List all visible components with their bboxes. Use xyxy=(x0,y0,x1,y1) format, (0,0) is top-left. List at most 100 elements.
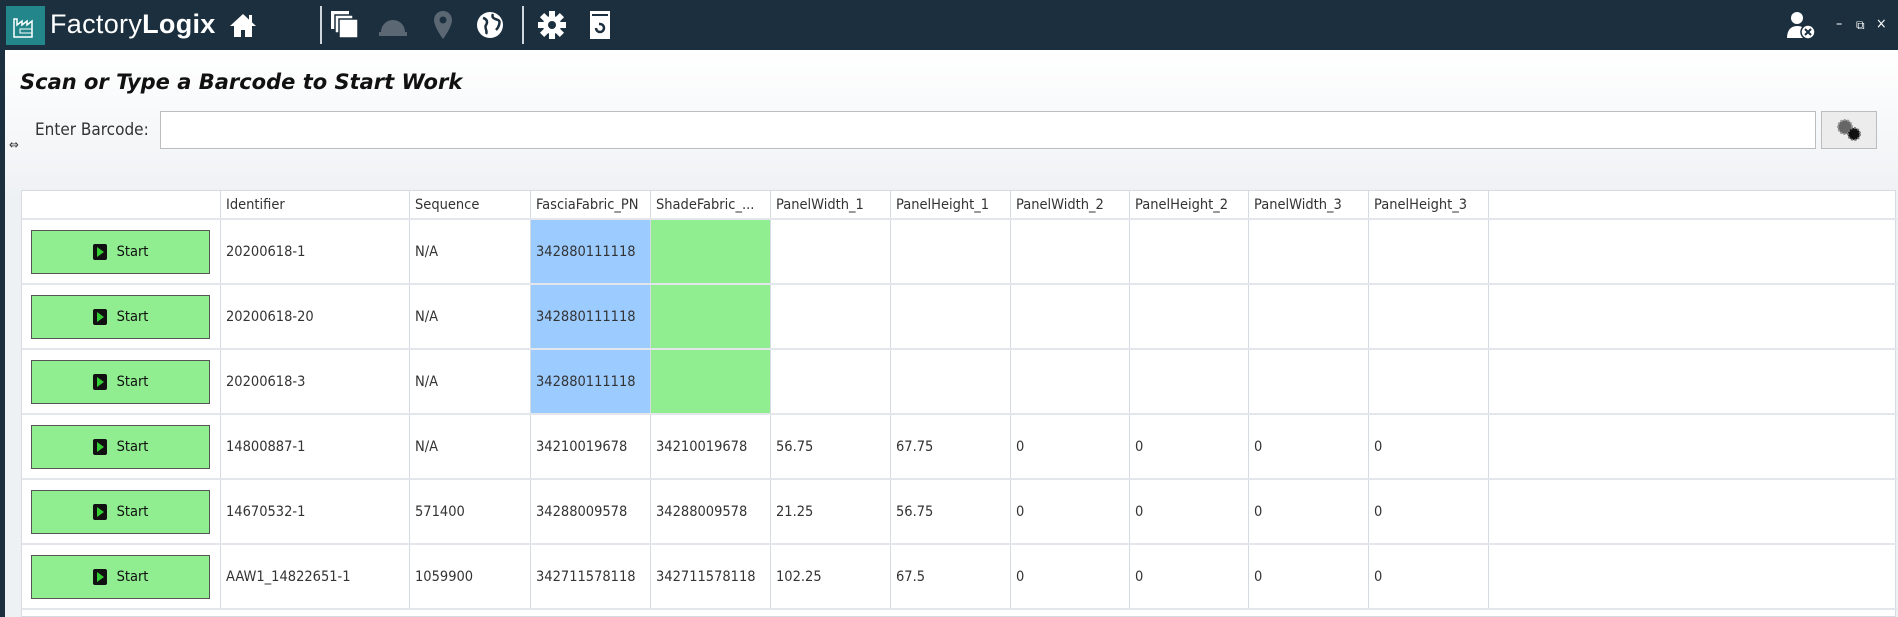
cell-panelwidth-1[interactable]: 102.25 xyxy=(771,545,891,608)
cell-panelwidth-3[interactable]: 0 xyxy=(1249,545,1369,608)
column-header[interactable] xyxy=(22,191,221,218)
close-button[interactable]: × xyxy=(1876,16,1887,32)
windows-icon[interactable] xyxy=(330,10,360,40)
cell-panelwidth-2[interactable] xyxy=(1011,350,1130,413)
minimize-button[interactable]: – xyxy=(1836,16,1842,32)
table-row[interactable]: Start 20200618-1 N/A 342880111118 xyxy=(22,220,1897,285)
location-pin-icon xyxy=(428,10,458,40)
cell-sequence[interactable]: N/A xyxy=(410,415,531,478)
globe-icon[interactable] xyxy=(475,10,505,40)
cell-fasciafabric-pn[interactable]: 342880111118 xyxy=(531,220,651,283)
column-header[interactable]: PanelHeight_2 xyxy=(1130,191,1249,218)
cell-panelwidth-2[interactable]: 0 xyxy=(1011,545,1130,608)
cell-panelwidth-3[interactable] xyxy=(1249,285,1369,348)
cell-panelheight-1[interactable] xyxy=(891,350,1011,413)
cell-panelwidth-2[interactable]: 0 xyxy=(1011,415,1130,478)
cell-fasciafabric-pn[interactable]: 342880111118 xyxy=(531,285,651,348)
cell-panelheight-2[interactable]: 0 xyxy=(1130,545,1249,608)
cell-panelheight-3[interactable] xyxy=(1369,285,1489,348)
restore-button[interactable]: ⧉ xyxy=(1856,18,1865,33)
cell-shadefabric[interactable] xyxy=(651,350,771,413)
cell-panelwidth-1[interactable]: 56.75 xyxy=(771,415,891,478)
column-header[interactable]: PanelWidth_2 xyxy=(1011,191,1130,218)
column-header[interactable]: PanelHeight_3 xyxy=(1369,191,1489,218)
cell-identifier[interactable]: 20200618-1 xyxy=(221,220,410,283)
cell-shadefabric[interactable]: 342711578118 xyxy=(651,545,771,608)
cell-panelheight-3[interactable]: 0 xyxy=(1369,545,1489,608)
start-button[interactable]: Start xyxy=(31,295,210,339)
cell-panelwidth-3[interactable]: 0 xyxy=(1249,415,1369,478)
cell-panelwidth-1[interactable] xyxy=(771,285,891,348)
cell-panelwidth-3[interactable] xyxy=(1249,220,1369,283)
cell-sequence[interactable]: 571400 xyxy=(410,480,531,543)
cell-shadefabric[interactable]: 34288009578 xyxy=(651,480,771,543)
barcode-input[interactable] xyxy=(160,111,1816,149)
action-cell: Start xyxy=(22,350,221,413)
cell-panelheight-2[interactable] xyxy=(1130,285,1249,348)
cell-panelheight-3[interactable]: 0 xyxy=(1369,415,1489,478)
cell-fasciafabric-pn[interactable]: 34288009578 xyxy=(531,480,651,543)
table-row[interactable]: Start 20200618-20 N/A 342880111118 xyxy=(22,285,1897,350)
main-panel: Scan or Type a Barcode to Start Work ⇔ E… xyxy=(5,50,1898,617)
page-title: Scan or Type a Barcode to Start Work xyxy=(20,70,463,94)
cell-panelwidth-2[interactable] xyxy=(1011,220,1130,283)
cell-identifier[interactable]: 20200618-3 xyxy=(221,350,410,413)
start-button[interactable]: Start xyxy=(31,360,210,404)
resize-handle-icon[interactable]: ⇔ xyxy=(9,138,19,153)
cell-shadefabric[interactable] xyxy=(651,220,771,283)
cell-panelheight-3[interactable]: 0 xyxy=(1369,480,1489,543)
user-logout-icon[interactable] xyxy=(1786,10,1816,40)
column-header[interactable]: PanelHeight_1 xyxy=(891,191,1011,218)
cell-identifier[interactable]: 14670532-1 xyxy=(221,480,410,543)
cell-fasciafabric-pn[interactable]: 34210019678 xyxy=(531,415,651,478)
column-header[interactable]: PanelWidth_3 xyxy=(1249,191,1369,218)
cell-fasciafabric-pn[interactable]: 342880111118 xyxy=(531,350,651,413)
cell-panelwidth-3[interactable]: 0 xyxy=(1249,480,1369,543)
cell-shadefabric[interactable]: 34210019678 xyxy=(651,415,771,478)
cell-panelwidth-2[interactable]: 0 xyxy=(1011,480,1130,543)
start-button[interactable]: Start xyxy=(31,230,210,274)
process-barcode-button[interactable] xyxy=(1821,111,1877,149)
cell-panelheight-2[interactable] xyxy=(1130,220,1249,283)
cell-identifier[interactable]: 20200618-20 xyxy=(221,285,410,348)
cell-sequence[interactable]: N/A xyxy=(410,350,531,413)
cell-shadefabric[interactable] xyxy=(651,285,771,348)
column-header[interactable]: Sequence xyxy=(410,191,531,218)
cell-panelheight-3[interactable] xyxy=(1369,220,1489,283)
column-header[interactable]: Identifier xyxy=(221,191,410,218)
table-row[interactable]: Start 20200618-3 N/A 342880111118 xyxy=(22,350,1897,415)
table-row[interactable]: Start 14670532-1 571400 34288009578 34288009… xyxy=(22,480,1897,545)
cell-identifier[interactable]: 14800887-1 xyxy=(221,415,410,478)
cell-sequence[interactable]: N/A xyxy=(410,285,531,348)
cell-panelheight-1[interactable] xyxy=(891,220,1011,283)
start-button[interactable]: Start xyxy=(31,490,210,534)
start-button[interactable]: Start xyxy=(31,555,210,599)
cell-panelheight-1[interactable]: 67.75 xyxy=(891,415,1011,478)
table-row[interactable]: Start 14800887-1 N/A 34210019678 34210019678… xyxy=(22,415,1897,480)
home-icon[interactable] xyxy=(228,10,258,40)
column-header[interactable]: PanelWidth_1 xyxy=(771,191,891,218)
cell-panelwidth-1[interactable] xyxy=(771,220,891,283)
cell-panelheight-1[interactable]: 56.75 xyxy=(891,480,1011,543)
cell-panelheight-2[interactable]: 0 xyxy=(1130,480,1249,543)
cell-panelheight-1[interactable] xyxy=(891,285,1011,348)
column-header[interactable]: FasciaFabric_PN xyxy=(531,191,651,218)
cell-identifier[interactable]: AAW1_14822651-1 xyxy=(221,545,410,608)
gear-icon[interactable] xyxy=(537,10,567,40)
column-header[interactable]: ShadeFabric_... xyxy=(651,191,771,218)
table-row[interactable]: Start AAW1_14822651-1 1059900 342711578118 3… xyxy=(22,545,1897,610)
barcode-label: Enter Barcode: xyxy=(35,120,149,140)
cell-sequence[interactable]: 1059900 xyxy=(410,545,531,608)
cell-panelheight-1[interactable]: 67.5 xyxy=(891,545,1011,608)
cell-panelwidth-1[interactable]: 21.25 xyxy=(771,480,891,543)
cell-panelwidth-2[interactable] xyxy=(1011,285,1130,348)
cell-panelwidth-1[interactable] xyxy=(771,350,891,413)
cell-panelwidth-3[interactable] xyxy=(1249,350,1369,413)
cell-panelheight-3[interactable] xyxy=(1369,350,1489,413)
cell-panelheight-2[interactable]: 0 xyxy=(1130,415,1249,478)
cell-panelheight-2[interactable] xyxy=(1130,350,1249,413)
document-refresh-icon[interactable] xyxy=(585,10,615,40)
cell-fasciafabric-pn[interactable]: 342711578118 xyxy=(531,545,651,608)
start-button[interactable]: Start xyxy=(31,425,210,469)
cell-sequence[interactable]: N/A xyxy=(410,220,531,283)
